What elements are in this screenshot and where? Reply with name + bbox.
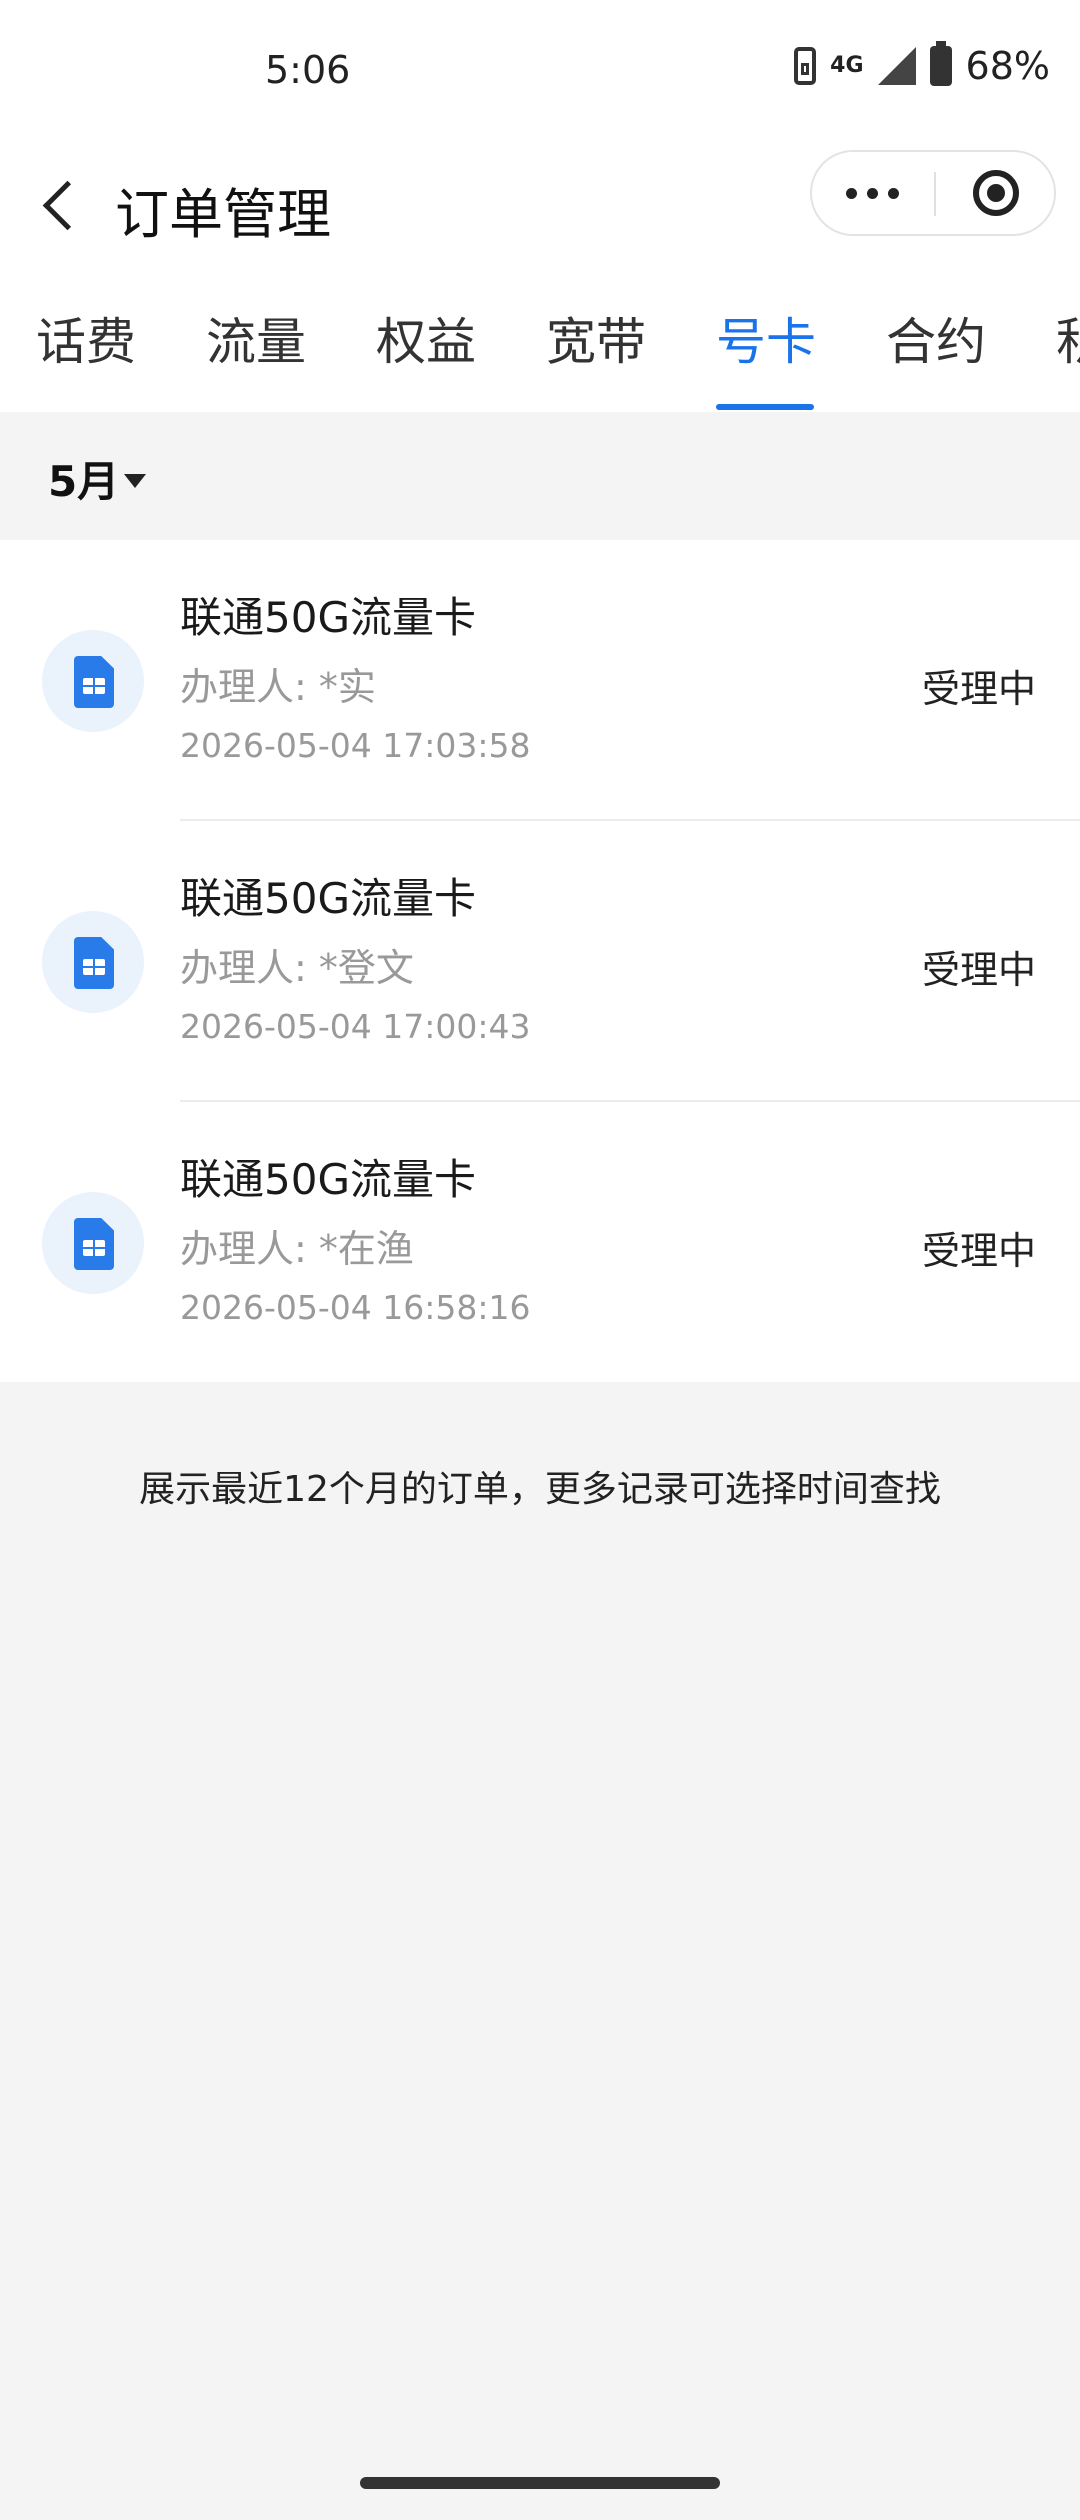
tab-liuliang[interactable]: 流量 <box>206 302 306 374</box>
more-dot-icon <box>845 187 857 199</box>
order-name: 联通50G流量卡 <box>180 874 476 923</box>
status-indicators: 4G 68% <box>794 41 1050 88</box>
order-item[interactable]: 联通50G流量卡 办理人: *登文 2026-05-04 17:00:43 受理… <box>0 821 1080 1102</box>
active-tab-indicator <box>716 404 814 410</box>
order-status: 受理中 <box>921 667 1036 711</box>
mini-program-capsule <box>810 150 1056 236</box>
order-time: 2026-05-04 17:03:58 <box>180 726 531 765</box>
tab-kuandai[interactable]: 宽带 <box>546 302 646 374</box>
back-button[interactable] <box>32 162 92 242</box>
order-item[interactable]: 联通50G流量卡 办理人: *在渔 2026-05-04 16:58:16 受理… <box>0 1102 1080 1383</box>
battery-icon <box>929 41 952 86</box>
order-name: 联通50G流量卡 <box>180 1155 476 1204</box>
caret-down-icon[interactable] <box>124 474 146 488</box>
more-dot-icon <box>866 187 878 199</box>
tab-huafei[interactable]: 话费 <box>36 302 136 374</box>
app-header: 订单管理 <box>0 150 1080 260</box>
page-title: 订单管理 <box>115 183 331 246</box>
order-status: 受理中 <box>921 1229 1036 1273</box>
order-time: 2026-05-04 16:58:16 <box>180 1288 531 1327</box>
order-name: 联通50G流量卡 <box>180 593 476 642</box>
category-tabs: 话费 流量 权益 宽带 号卡 合约 积 <box>0 260 1080 412</box>
home-indicator[interactable] <box>360 2477 720 2489</box>
footer-note: 展示最近12个月的订单，更多记录可选择时间查找 <box>139 1469 941 1510</box>
month-filter-bar: 5月 <box>0 412 1080 540</box>
order-handler: 办理人: *实 <box>180 665 376 709</box>
sim-status-icon <box>794 47 817 85</box>
order-list: 联通50G流量卡 办理人: *实 2026-05-04 17:03:58 受理中… <box>0 540 1080 1382</box>
tab-heyue[interactable]: 合约 <box>886 302 986 374</box>
close-mini-program-button[interactable] <box>936 152 1056 234</box>
more-dot-icon <box>887 187 899 199</box>
tab-ji[interactable]: 积 <box>1056 302 1080 374</box>
month-selector[interactable]: 5月 <box>48 448 119 509</box>
tab-quanyi[interactable]: 权益 <box>376 302 476 374</box>
network-type: 4G <box>830 53 864 78</box>
sim-card-icon <box>42 1192 144 1294</box>
signal-icon <box>877 47 916 85</box>
sim-card-icon <box>42 630 144 732</box>
tab-haoka[interactable]: 号卡 <box>716 302 816 374</box>
order-item[interactable]: 联通50G流量卡 办理人: *实 2026-05-04 17:03:58 受理中 <box>0 540 1080 821</box>
battery-level: 68% <box>965 44 1050 88</box>
order-status: 受理中 <box>921 948 1036 992</box>
status-time: 5:06 <box>265 48 351 92</box>
sim-card-icon <box>42 911 144 1013</box>
more-options-button[interactable] <box>812 152 932 234</box>
order-handler: 办理人: *登文 <box>180 946 414 990</box>
order-time: 2026-05-04 17:00:43 <box>180 1007 531 1046</box>
status-bar: 5:06 4G 68% <box>0 0 1080 150</box>
order-handler: 办理人: *在渔 <box>180 1227 414 1271</box>
target-icon-center <box>987 184 1005 202</box>
